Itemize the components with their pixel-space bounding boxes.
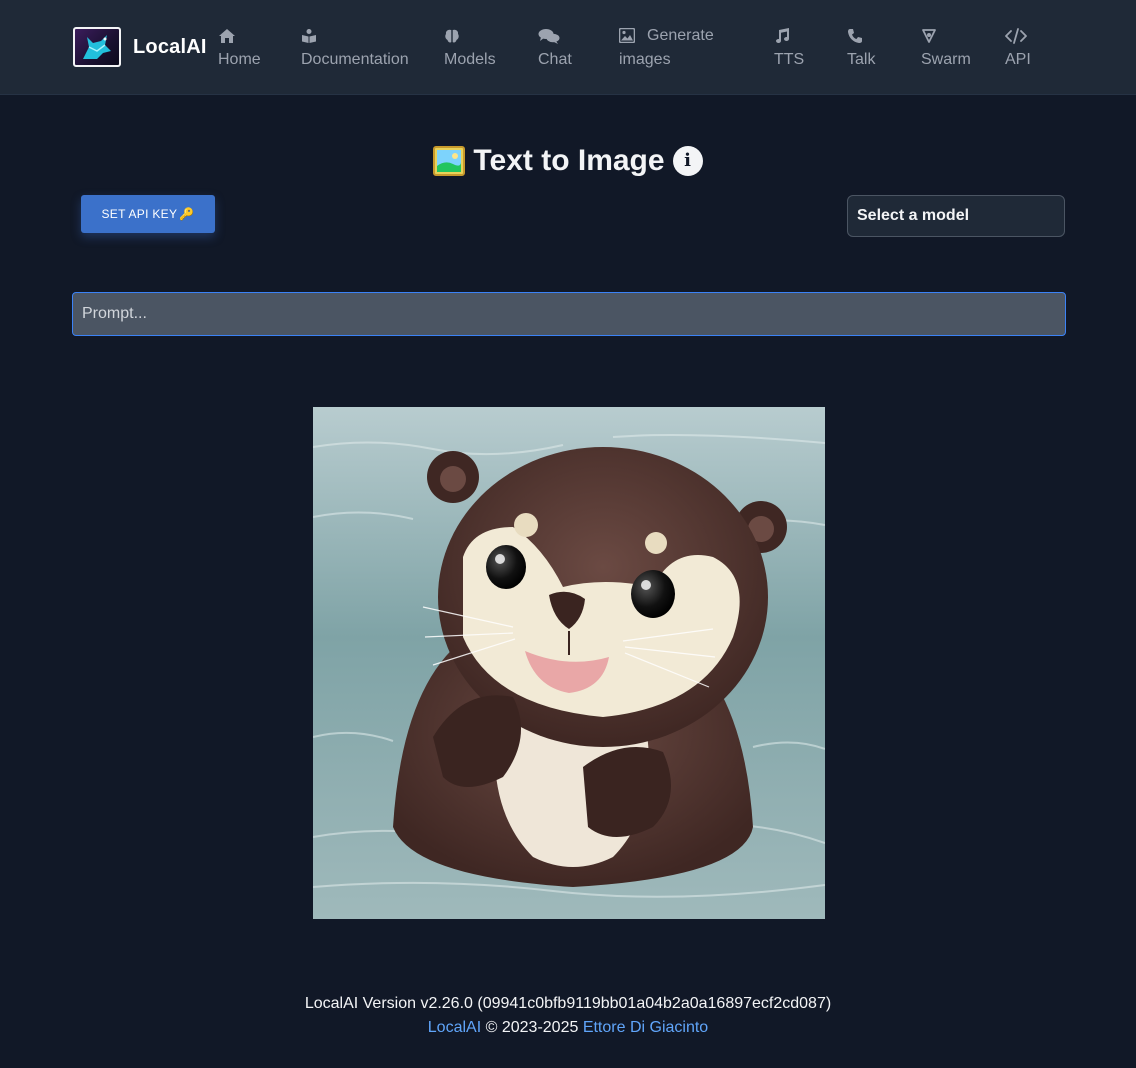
- brand[interactable]: LocalAI: [73, 27, 207, 67]
- nav-item-documentation[interactable]: Documentation: [301, 24, 409, 72]
- footer-copyright: © 2023-2025: [485, 1019, 579, 1036]
- nav-label-documentation: Documentation: [301, 51, 409, 68]
- localai-logo-icon: [73, 27, 121, 67]
- key-icon: 🔑: [179, 207, 195, 221]
- framed-picture-emoji: [433, 146, 466, 176]
- nav-item-chat[interactable]: Chat: [538, 24, 572, 72]
- nav-label-api: API: [1005, 51, 1031, 68]
- prompt-input[interactable]: [72, 292, 1066, 336]
- image-icon: [619, 24, 635, 48]
- page-title-row: Text to Image i: [0, 141, 1136, 181]
- nav-label-models: Models: [444, 51, 496, 68]
- music-icon: [774, 24, 804, 48]
- nav-label-chat: Chat: [538, 51, 572, 68]
- nav-label-tts: TTS: [774, 51, 805, 68]
- nav-item-models[interactable]: Models: [444, 24, 496, 72]
- docs-icon: [301, 24, 409, 48]
- otter-image: [313, 407, 825, 919]
- top-navbar: LocalAI Home Documentation Models Chat G…: [0, 0, 1136, 95]
- nav-label-generate: Generate: [647, 27, 714, 44]
- brand-name: LocalAI: [133, 35, 207, 58]
- nav-item-generate-images[interactable]: Generate images: [619, 24, 714, 72]
- code-icon: [1005, 24, 1031, 48]
- nav-generate-row: Generate: [619, 24, 714, 48]
- nav-label-home: Home: [218, 51, 261, 68]
- info-icon[interactable]: i: [672, 146, 703, 176]
- nav-label-swarm: Swarm: [921, 51, 971, 68]
- network-icon: [921, 24, 971, 48]
- nav-item-talk[interactable]: Talk: [847, 24, 875, 72]
- page-title: Text to Image: [473, 144, 665, 177]
- nav-item-swarm[interactable]: Swarm: [921, 24, 971, 72]
- nav-item-tts[interactable]: TTS: [774, 24, 804, 72]
- nav-item-api[interactable]: API: [1005, 24, 1031, 72]
- nav-label-images: images: [619, 51, 671, 68]
- phone-icon: [847, 24, 875, 48]
- chat-icon: [538, 24, 572, 48]
- model-select-label: Select a model: [857, 207, 970, 224]
- footer-link-author[interactable]: Ettore Di Giacinto: [583, 1019, 708, 1036]
- home-icon: [218, 24, 261, 48]
- nav-label-talk: Talk: [847, 51, 876, 68]
- model-select[interactable]: Select a model: [847, 195, 1065, 237]
- nav-item-home[interactable]: Home: [218, 24, 261, 72]
- footer-credits: LocalAI © 2023-2025 Ettore Di Giacinto: [0, 1016, 1136, 1040]
- set-api-key-label: SET API KEY: [101, 207, 178, 221]
- footer-link-localai[interactable]: LocalAI: [428, 1019, 481, 1036]
- set-api-key-button[interactable]: SET API KEY 🔑: [81, 195, 215, 233]
- version-text: LocalAI Version v2.26.0 (09941c0bfb9119b…: [304, 995, 832, 1012]
- brain-icon: [444, 24, 496, 48]
- footer: LocalAI Version v2.26.0 (09941c0bfb9119b…: [0, 992, 1136, 1040]
